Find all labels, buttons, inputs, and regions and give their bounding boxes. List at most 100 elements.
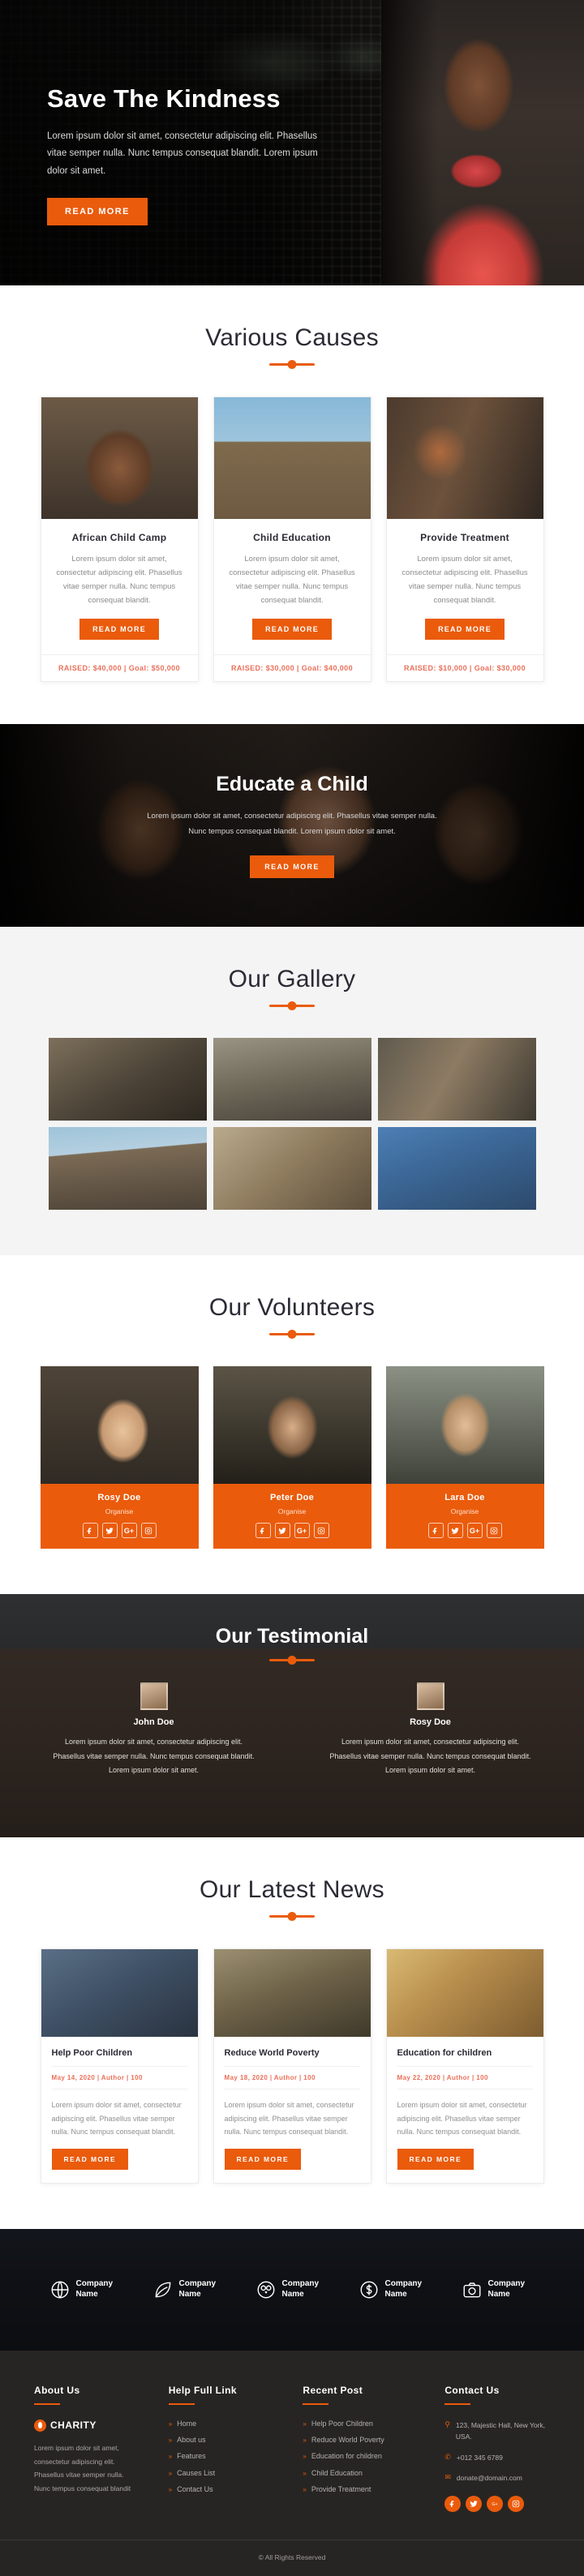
volunteers-section: Our Volunteers Rosy Doe Organise G+ Pete… bbox=[0, 1255, 584, 1595]
cause-card[interactable]: Provide Treatment Lorem ipsum dolor sit … bbox=[385, 396, 544, 683]
chevron-right-icon: » bbox=[168, 2469, 173, 2477]
footer-link[interactable]: » Causes List bbox=[169, 2469, 274, 2478]
footer-link-label: Features bbox=[177, 2452, 206, 2461]
facebook-icon[interactable] bbox=[427, 1523, 444, 1539]
testimonial-item: John Doe Lorem ipsum dolor sit amet, con… bbox=[50, 1682, 257, 1778]
sponsor-item[interactable]: Company Name bbox=[152, 2279, 226, 2300]
footer-logo[interactable]: CHARITY bbox=[34, 2419, 140, 2432]
news-card[interactable]: Education for children May 22, 2020 | Au… bbox=[385, 1948, 544, 2184]
cause-card[interactable]: Child Education Lorem ipsum dolor sit am… bbox=[213, 396, 371, 683]
educate-read-more-button[interactable]: READ MORE bbox=[250, 855, 334, 879]
footer-recent-link[interactable]: » Provide Treatment bbox=[303, 2485, 415, 2494]
news-card[interactable]: Help Poor Children May 14, 2020 | Author… bbox=[40, 1948, 199, 2184]
volunteer-card[interactable]: Rosy Doe Organise G+ bbox=[40, 1366, 199, 1549]
avatar bbox=[416, 1682, 444, 1711]
footer-link[interactable]: » Home bbox=[169, 2420, 274, 2428]
news-meta: May 22, 2020 | Author | 100 bbox=[397, 2066, 533, 2090]
gallery-photo-3[interactable] bbox=[377, 1038, 536, 1121]
twitter-icon[interactable] bbox=[101, 1523, 118, 1539]
volunteer-card[interactable]: Peter Doe Organise G+ bbox=[213, 1366, 371, 1549]
cause-read-more-button[interactable]: READ MORE bbox=[252, 619, 332, 641]
gallery-section: Our Gallery bbox=[0, 927, 584, 1256]
footer-phone[interactable]: ✆ +012 345 6789 bbox=[444, 2452, 550, 2463]
chevron-right-icon: » bbox=[168, 2453, 173, 2461]
sponsor-item[interactable]: Company Name bbox=[359, 2279, 432, 2300]
footer-recent-link[interactable]: » Help Poor Children bbox=[303, 2420, 415, 2428]
twitter-icon[interactable] bbox=[447, 1523, 463, 1539]
instagram-icon[interactable] bbox=[486, 1523, 502, 1539]
twitter-icon[interactable] bbox=[274, 1523, 290, 1539]
sponsor-item[interactable]: Company Name bbox=[256, 2279, 329, 2300]
sponsors-section: Company Name Company Name Company Name C… bbox=[0, 2228, 584, 2351]
chevron-right-icon: » bbox=[303, 2469, 307, 2477]
cause-raised-goal: RAISED: $10,000 | Goal: $30,000 bbox=[386, 654, 543, 681]
google-plus-icon[interactable]: G+ bbox=[487, 2495, 504, 2512]
charity-drop-icon bbox=[34, 2419, 46, 2432]
causes-title-underline bbox=[269, 363, 315, 366]
sponsor-name: Company Name bbox=[384, 2279, 423, 2299]
news-list: Help Poor Children May 14, 2020 | Author… bbox=[0, 1948, 584, 2184]
footer-recent-link[interactable]: » Education for children bbox=[303, 2452, 415, 2461]
testimonial-list: John Doe Lorem ipsum dolor sit amet, con… bbox=[0, 1682, 584, 1778]
testimonial-author: John Doe bbox=[133, 1717, 174, 1728]
facebook-icon[interactable] bbox=[82, 1523, 98, 1539]
footer-title-underline bbox=[168, 2402, 195, 2405]
page-root: Save The Kindness Lorem ipsum dolor sit … bbox=[0, 0, 584, 2576]
avatar bbox=[140, 1682, 168, 1711]
volunteer-card[interactable]: Lara Doe Organise G+ bbox=[385, 1366, 544, 1549]
sponsors-list: Company Name Company Name Company Name C… bbox=[49, 2279, 535, 2300]
news-image bbox=[213, 1949, 371, 2038]
footer-recent-label: Child Education bbox=[311, 2468, 363, 2477]
chevron-right-icon: » bbox=[303, 2485, 307, 2493]
news-card[interactable]: Reduce World Poverty May 18, 2020 | Auth… bbox=[213, 1948, 371, 2184]
footer-title-underline bbox=[34, 2402, 60, 2405]
gallery-photo-2[interactable] bbox=[213, 1038, 371, 1121]
google-plus-icon[interactable]: G+ bbox=[121, 1523, 137, 1539]
cause-read-more-button[interactable]: READ MORE bbox=[425, 619, 505, 641]
testimonial-title: Our Testimonial bbox=[215, 1625, 369, 1648]
cause-image bbox=[213, 397, 371, 519]
footer-email[interactable]: ✉ donate@domain.com bbox=[444, 2472, 550, 2484]
cause-image bbox=[41, 397, 198, 519]
gallery-photo-1[interactable] bbox=[48, 1038, 207, 1121]
cause-read-more-button[interactable]: READ MORE bbox=[79, 619, 159, 641]
gallery-photo-5[interactable] bbox=[213, 1127, 371, 1211]
chevron-right-icon: » bbox=[303, 2420, 307, 2428]
facebook-icon[interactable] bbox=[255, 1523, 271, 1539]
footer-link[interactable]: » About us bbox=[169, 2436, 274, 2445]
instagram-icon[interactable] bbox=[313, 1523, 329, 1539]
sponsor-name: Company Name bbox=[178, 2279, 217, 2299]
sponsor-name: Company Name bbox=[281, 2279, 320, 2299]
instagram-icon[interactable] bbox=[140, 1523, 157, 1539]
cause-name: Child Education bbox=[253, 532, 331, 543]
cause-card[interactable]: African Child Camp Lorem ipsum dolor sit… bbox=[40, 396, 199, 683]
gallery-photo-6[interactable] bbox=[377, 1127, 536, 1211]
footer-recent-label: Help Poor Children bbox=[311, 2419, 373, 2428]
sponsor-item[interactable]: Company Name bbox=[462, 2279, 535, 2300]
chevron-right-icon: » bbox=[168, 2420, 173, 2428]
twitter-icon[interactable] bbox=[466, 2495, 483, 2512]
google-plus-icon[interactable]: G+ bbox=[294, 1523, 310, 1539]
facebook-icon[interactable] bbox=[444, 2495, 462, 2512]
news-read-more-button[interactable]: READ MORE bbox=[397, 2148, 474, 2170]
news-headline: Help Poor Children bbox=[51, 2048, 133, 2059]
sponsor-item[interactable]: Company Name bbox=[49, 2279, 123, 2300]
volunteer-socials: G+ bbox=[213, 1523, 371, 1539]
gallery-photo-4[interactable] bbox=[48, 1127, 207, 1211]
educate-description: Lorem ipsum dolor sit amet, consectetur … bbox=[147, 812, 437, 836]
chevron-right-icon: » bbox=[168, 2437, 173, 2445]
footer-link[interactable]: » Contact Us bbox=[169, 2485, 274, 2494]
footer-recent-link[interactable]: » Child Education bbox=[303, 2469, 415, 2478]
footer-recent-link[interactable]: » Reduce World Poverty bbox=[303, 2436, 415, 2445]
hero-read-more-button[interactable]: READ MORE bbox=[47, 197, 148, 225]
phone-icon: ✆ bbox=[444, 2452, 451, 2461]
testimonial-item: Rosy Doe Lorem ipsum dolor sit amet, con… bbox=[327, 1682, 534, 1778]
footer-link[interactable]: » Features bbox=[169, 2452, 274, 2461]
news-read-more-button[interactable]: READ MORE bbox=[51, 2148, 129, 2170]
globe-icon bbox=[49, 2279, 71, 2300]
sponsor-name: Company Name bbox=[487, 2279, 526, 2299]
news-read-more-button[interactable]: READ MORE bbox=[224, 2148, 302, 2170]
news-image bbox=[386, 1949, 543, 2038]
instagram-icon[interactable] bbox=[508, 2495, 525, 2512]
google-plus-icon[interactable]: G+ bbox=[466, 1523, 483, 1539]
